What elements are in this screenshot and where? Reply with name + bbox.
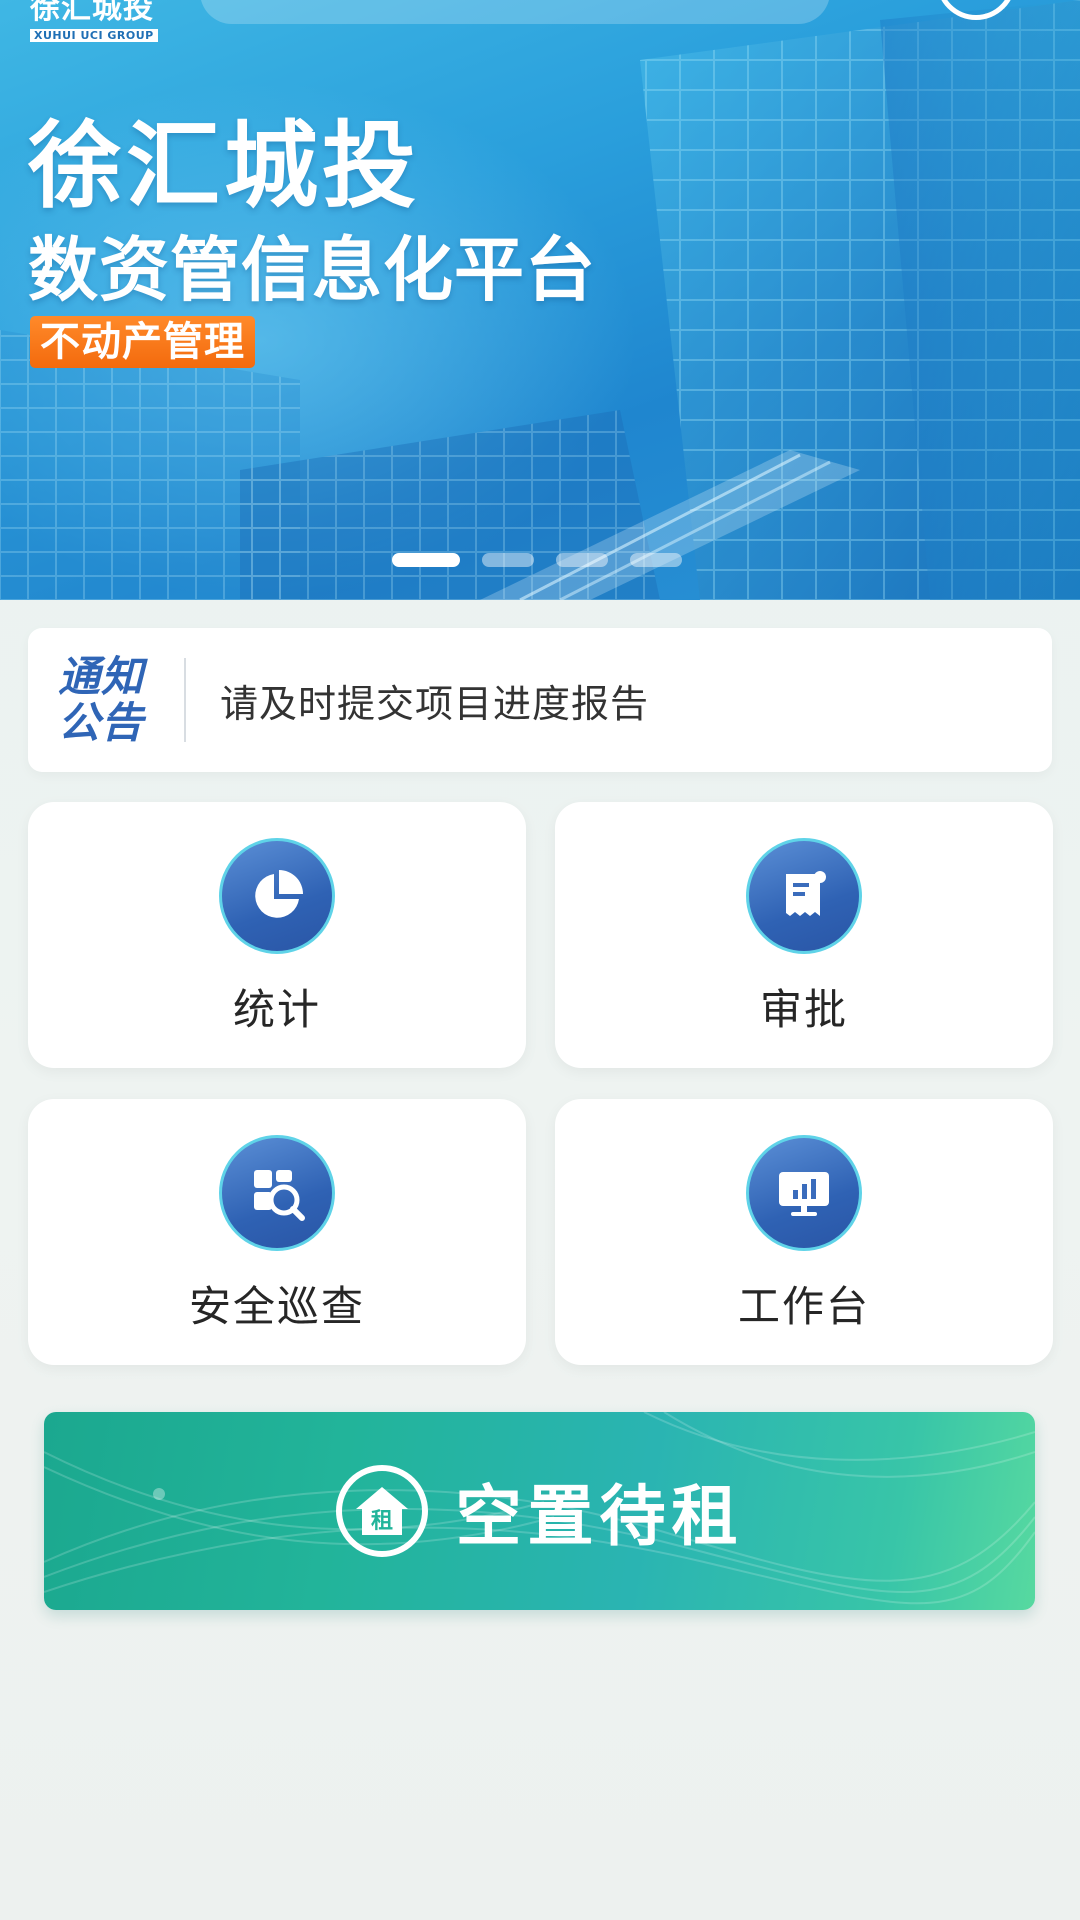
notice-message[interactable]: 请及时提交项目进度报告: [220, 673, 649, 728]
notice-badge-line2: 公告: [58, 698, 145, 747]
menu-card-workbench[interactable]: 工作台: [555, 1099, 1053, 1365]
pie-chart-icon: [219, 838, 335, 954]
menu-card-label: 安全巡查: [188, 1282, 365, 1331]
search-bar[interactable]: [200, 0, 830, 24]
logo-chinese-name: 徐汇城投: [30, 0, 154, 26]
menu-card-safety-inspection[interactable]: 安全巡查: [28, 1099, 526, 1365]
company-logo: 徐汇城投 XUHUI UCI GROUP: [30, 0, 158, 43]
menu-card-label: 工作台: [737, 1282, 870, 1331]
house-icon: 租: [335, 1465, 428, 1557]
banner-subtitle: 数资管信息化平台: [28, 229, 596, 311]
banner-title: 徐汇城投: [28, 112, 421, 221]
carousel-dot[interactable]: [630, 553, 682, 567]
vacant-for-rent-content: 租 空置待租: [44, 1412, 1035, 1610]
menu-card-statistics[interactable]: 统计: [28, 802, 526, 1068]
vacant-for-rent-label: 空置待租: [455, 1478, 744, 1555]
monitor-chart-icon: [746, 1135, 862, 1251]
notice-badge: 通知 公告: [28, 654, 184, 746]
notice-bar[interactable]: 通知 公告 请及时提交项目进度报告: [28, 628, 1052, 772]
menu-card-label: 审批: [759, 985, 848, 1034]
notice-badge-line1: 通知: [58, 652, 145, 701]
banner-tag: 不动产管理: [30, 316, 255, 368]
inspection-search-icon: [219, 1135, 335, 1251]
menu-card-label: 统计: [232, 985, 321, 1034]
menu-card-approval[interactable]: 审批: [555, 802, 1053, 1068]
carousel-dot[interactable]: [556, 553, 608, 567]
house-icon-text: 租: [370, 1509, 392, 1534]
notice-divider: [184, 658, 186, 742]
carousel-dot[interactable]: [392, 553, 460, 567]
carousel-dot[interactable]: [482, 553, 534, 567]
app-root: 徐汇城投 XUHUI UCI GROUP 徐汇城投 数资管信息化平台 不动产管理…: [0, 0, 1080, 1920]
hero-banner-carousel[interactable]: 徐汇城投 XUHUI UCI GROUP 徐汇城投 数资管信息化平台 不动产管理: [0, 0, 1080, 600]
logo-english-name: XUHUI UCI GROUP: [30, 29, 158, 42]
carousel-indicators: [392, 553, 682, 573]
receipt-icon: [746, 838, 862, 954]
vacant-for-rent-button[interactable]: 租 空置待租: [44, 1412, 1035, 1610]
